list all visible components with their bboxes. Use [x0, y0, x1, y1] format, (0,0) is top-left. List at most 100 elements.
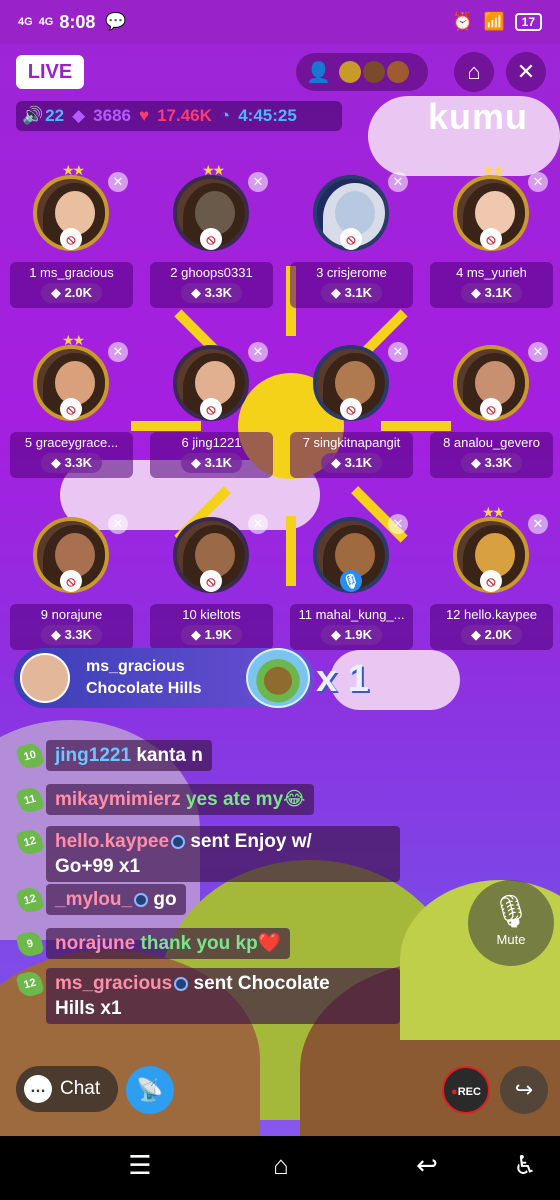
chat-text-continued: Hills x1	[55, 998, 122, 1019]
avatar[interactable]: ⦸	[308, 340, 394, 426]
avatar[interactable]: ★★ ⦸	[448, 162, 534, 256]
record-button[interactable]: ●REC	[442, 1066, 490, 1114]
avatar[interactable]: 🎙	[308, 512, 394, 598]
chat-username[interactable]: mikaymimierz	[55, 789, 181, 810]
seat-info: 6 jing1221 ◆ 3.1K	[150, 432, 273, 478]
chat-username[interactable]: ms_gracious	[55, 973, 172, 994]
avatar[interactable]: ★★ ⦸	[28, 162, 114, 256]
chat-username[interactable]: norajune	[55, 933, 135, 954]
remove-seat-icon[interactable]: ✕	[108, 514, 128, 534]
avatar[interactable]: ⦸	[448, 340, 534, 426]
gift-sender: ms_gracious	[86, 658, 185, 675]
seat-score-value: 3.3K	[204, 285, 233, 300]
star-rank-icon: ★★	[62, 162, 85, 178]
mute-button[interactable]: 🎙 Mute	[468, 880, 554, 966]
seat-score-value: 2.0K	[484, 627, 513, 642]
star-rank-icon: ★★	[482, 504, 505, 520]
seat-score-value: 3.1K	[204, 455, 233, 470]
muted-microphone-icon: ⦸	[480, 570, 502, 592]
seat-score: ◆ 3.3K	[460, 453, 523, 473]
seat-username: 9 norajune	[40, 607, 103, 622]
remove-seat-icon[interactable]: ✕	[108, 342, 128, 362]
remove-seat-icon[interactable]: ✕	[388, 172, 408, 192]
clock: 8:08	[59, 11, 96, 32]
seat-info: 12 hello.kaypee ◆ 2.0K	[430, 604, 553, 650]
remove-seat-icon[interactable]: ✕	[388, 342, 408, 362]
seat-score: ◆ 1.9K	[180, 625, 243, 645]
seat-username: 4 ms_yurieh	[456, 265, 527, 280]
messenger-icon: 💬	[105, 12, 127, 31]
chocolate-hills-gift-icon	[246, 648, 310, 708]
vip-badge-icon	[174, 976, 189, 991]
seat-score-value: 3.1K	[344, 455, 373, 470]
close-button[interactable]: ✕	[506, 52, 546, 92]
avatar[interactable]: ⦸	[168, 512, 254, 598]
live-room-screen: 4G 4G 8:08 💬 ⏰ 📶 17 LIVE 👤 ⌂ ✕ kumu 🔊 22…	[0, 0, 560, 1200]
seat-info: 2 ghoops0331 ◆ 3.3K	[150, 262, 273, 308]
seat-score: ◆ 3.3K	[180, 283, 243, 303]
recent-apps-button[interactable]: ☰	[115, 1150, 165, 1181]
speaker-icon: 🔊	[22, 106, 44, 125]
seat-username: 1 ms_gracious	[29, 265, 114, 280]
diamond-icon: ◆	[72, 106, 86, 125]
seat-username: 11 mahal_kung_...	[298, 607, 405, 622]
chat-text: go	[148, 889, 177, 910]
share-button[interactable]: ↪	[500, 1066, 548, 1114]
chat-button[interactable]: … Chat	[16, 1066, 118, 1112]
avatar[interactable]: ⦸	[308, 170, 394, 256]
seat-score-value: 1.9K	[204, 627, 233, 642]
remove-seat-icon[interactable]: ✕	[528, 514, 548, 534]
chat-bubble: norajune thank you kp❤️	[46, 928, 291, 959]
remove-seat-icon[interactable]: ✕	[248, 342, 268, 362]
seat-score: ◆ 3.3K	[40, 453, 103, 473]
muted-microphone-icon: ⦸	[200, 570, 222, 592]
muted-microphone-icon: ⦸	[60, 398, 82, 420]
seat-info: 7 singkitnapangit ◆ 3.1K	[290, 432, 413, 478]
chat-text: sent Enjoy w/	[185, 831, 312, 852]
avatar[interactable]: ★★ ⦸	[448, 504, 534, 598]
broadcast-signal-button[interactable]: 📡	[126, 1066, 174, 1114]
muted-microphone-icon: ⦸	[340, 398, 362, 420]
level-badge: 12	[15, 885, 45, 915]
microphone-icon: 🎙	[490, 893, 532, 929]
remove-seat-icon[interactable]: ✕	[248, 172, 268, 192]
avatar[interactable]: ★★ ⦸	[168, 162, 254, 256]
remove-seat-icon[interactable]: ✕	[108, 172, 128, 192]
chat-username[interactable]: hello.kaypee	[55, 831, 169, 852]
back-button[interactable]: ↩	[402, 1150, 452, 1181]
seat-score-value: 3.3K	[64, 455, 93, 470]
avatar[interactable]: ★★ ⦸	[28, 332, 114, 426]
chat-username[interactable]: _mylou_	[55, 889, 132, 910]
chat-bubble: ms_gracious sent Chocolate Hills x1	[46, 968, 400, 1024]
remove-seat-icon[interactable]: ✕	[528, 172, 548, 192]
accessibility-button[interactable]: ♿	[500, 1150, 550, 1181]
viewer-count: 22	[45, 106, 65, 125]
vip-badge-icon	[134, 892, 149, 907]
remove-seat-icon[interactable]: ✕	[528, 342, 548, 362]
user-icon: 👤	[306, 61, 331, 84]
seat-info: 8 analou_gevero ◆ 3.3K	[430, 432, 553, 478]
alarm-icon: ⏰	[452, 12, 474, 31]
seat-username: 5 graceygrace...	[24, 435, 119, 450]
level-badge: 9	[15, 929, 45, 959]
muted-microphone-icon: ⦸	[200, 228, 222, 250]
chat-text: thank you kp❤️	[135, 933, 282, 954]
seat-info: 5 graceygrace... ◆ 3.3K	[10, 432, 133, 478]
remove-seat-icon[interactable]: ✕	[248, 514, 268, 534]
chat-message: 12 ms_gracious sent Chocolate Hills x1	[15, 968, 400, 1024]
home-button[interactable]: ⌂	[454, 52, 494, 92]
chat-username[interactable]: jing1221	[55, 745, 131, 766]
heart-count: 17.46K	[157, 106, 212, 125]
seat-username: 3 crisjerome	[316, 265, 387, 280]
avatar[interactable]: ⦸	[168, 340, 254, 426]
home-nav-button[interactable]: ⌂	[256, 1150, 306, 1181]
chat-bubble-icon: …	[24, 1075, 52, 1103]
wifi-icon: 📶	[483, 12, 505, 31]
chat-label: Chat	[60, 1078, 101, 1099]
seat-username: 7 singkitnapangit	[302, 435, 401, 450]
seat-score: ◆ 3.3K	[40, 625, 103, 645]
diamond-icon: ◆	[50, 285, 65, 300]
host-pill[interactable]: 👤	[296, 53, 428, 91]
remove-seat-icon[interactable]: ✕	[388, 514, 408, 534]
avatar[interactable]: ⦸	[28, 512, 114, 598]
